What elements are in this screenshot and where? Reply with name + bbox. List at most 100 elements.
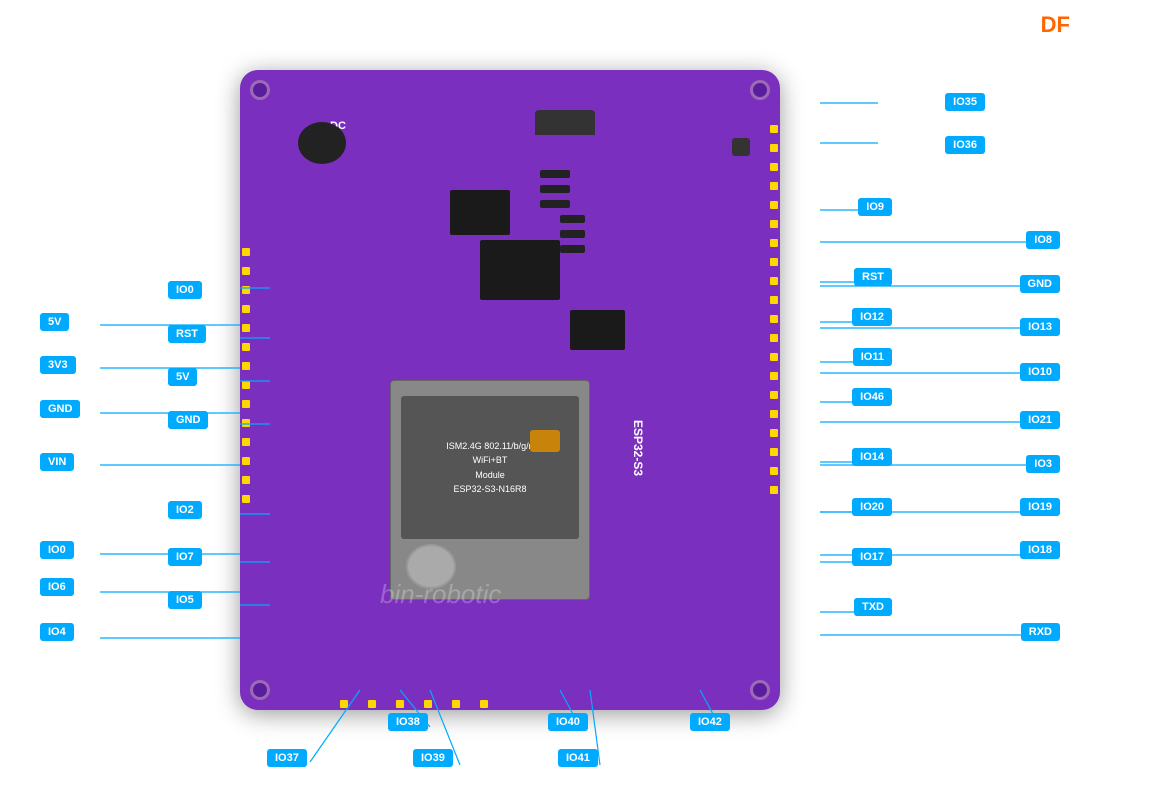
label-RST-r: RST: [854, 268, 892, 286]
pin: [770, 372, 778, 380]
pin: [770, 258, 778, 266]
mount-hole-bl: [250, 680, 270, 700]
label-3V3: 3V3: [40, 356, 76, 374]
label-TXD: TXD: [854, 598, 892, 616]
right-pins: [770, 125, 778, 494]
pin: [242, 438, 250, 446]
mount-hole-br: [750, 680, 770, 700]
esp32-text: ISM2.4G 802.11/b/g/nWiFi+BTModuleESP32-S…: [446, 439, 533, 497]
pin: [770, 163, 778, 171]
label-5V-l: 5V: [40, 313, 69, 331]
smd2: [540, 185, 570, 193]
pin: [242, 248, 250, 256]
mount-hole-tr: [750, 80, 770, 100]
label-IO3: IO3: [1026, 455, 1060, 473]
smd4: [560, 215, 585, 223]
esp32-module: ISM2.4G 802.11/b/g/nWiFi+BTModuleESP32-S…: [390, 380, 590, 600]
pin: [424, 700, 432, 708]
label-IO38: IO38: [388, 713, 428, 731]
pin: [340, 700, 348, 708]
label-IO10: IO10: [1020, 363, 1060, 381]
label-IO8: IO8: [1026, 231, 1060, 249]
esp32-module-inner: ISM2.4G 802.11/b/g/nWiFi+BTModuleESP32-S…: [401, 396, 579, 539]
label-IO37: IO37: [267, 749, 307, 767]
pin: [770, 315, 778, 323]
label-IO17: IO17: [852, 548, 892, 566]
esp32-s3-label: ESP32-S3: [631, 420, 645, 476]
pin: [452, 700, 460, 708]
label-IO11: IO11: [853, 348, 892, 366]
pin: [242, 419, 250, 427]
pin: [770, 448, 778, 456]
label-IO2: IO2: [168, 501, 202, 519]
pin: [242, 495, 250, 503]
label-RST-l: RST: [168, 325, 206, 343]
pin: [770, 334, 778, 342]
label-GND-l2: GND: [168, 411, 208, 429]
pin: [242, 267, 250, 275]
label-5V-l2: 5V: [168, 368, 197, 386]
label-IO39: IO39: [413, 749, 453, 767]
board-container: DC USB ISM2.4G 802.11/b/g/nWiFi+BTModule…: [200, 30, 820, 740]
pin: [242, 286, 250, 294]
smd6: [560, 245, 585, 253]
reset-button[interactable]: [732, 138, 750, 156]
led-component: [530, 430, 560, 452]
label-IO9: IO9: [858, 198, 892, 216]
smd5: [560, 230, 585, 238]
pin: [242, 400, 250, 408]
chip1: [450, 190, 510, 235]
label-IO14: IO14: [852, 448, 892, 466]
label-IO35: IO35: [945, 93, 985, 111]
pin: [770, 125, 778, 133]
pin: [396, 700, 404, 708]
dc-jack: [298, 122, 346, 164]
smd3: [540, 200, 570, 208]
pin: [770, 144, 778, 152]
mount-hole-tl: [250, 80, 270, 100]
pin: [770, 220, 778, 228]
label-IO18: IO18: [1020, 541, 1060, 559]
label-IO5: IO5: [168, 591, 202, 609]
pin: [368, 700, 376, 708]
pin: [770, 429, 778, 437]
label-GND-l: GND: [40, 400, 80, 418]
board-pcb: DC USB ISM2.4G 802.11/b/g/nWiFi+BTModule…: [240, 70, 780, 710]
label-IO13: IO13: [1020, 318, 1060, 336]
pin: [770, 277, 778, 285]
label-IO40: IO40: [548, 713, 588, 731]
label-RXD: RXD: [1021, 623, 1060, 641]
pin: [770, 353, 778, 361]
label-IO20: IO20: [852, 498, 892, 516]
label-IO19: IO19: [1020, 498, 1060, 516]
pin: [242, 305, 250, 313]
pin: [770, 391, 778, 399]
label-GND-r: GND: [1020, 275, 1060, 293]
pin: [242, 381, 250, 389]
pin: [242, 362, 250, 370]
label-IO12: IO12: [852, 308, 892, 326]
label-IO21: IO21: [1020, 411, 1060, 429]
pin: [770, 182, 778, 190]
pin: [770, 486, 778, 494]
smd1: [540, 170, 570, 178]
label-IO6: IO6: [40, 578, 74, 596]
label-IO7: IO7: [168, 548, 202, 566]
label-IO42: IO42: [690, 713, 730, 731]
label-IO0-l: IO0: [40, 541, 74, 559]
pin: [480, 700, 488, 708]
usb-connector: [535, 110, 595, 135]
pin: [770, 239, 778, 247]
df-logo: DF: [1041, 12, 1070, 38]
pin: [242, 476, 250, 484]
label-IO36: IO36: [945, 136, 985, 154]
pin: [770, 296, 778, 304]
chip2: [480, 240, 560, 300]
left-pins: [242, 248, 250, 503]
pin: [770, 467, 778, 475]
pin: [242, 343, 250, 351]
bottom-pins: [340, 700, 488, 708]
pin: [242, 457, 250, 465]
label-IO0-inner: IO0: [168, 281, 202, 299]
watermark: bin-robotic: [380, 579, 501, 610]
